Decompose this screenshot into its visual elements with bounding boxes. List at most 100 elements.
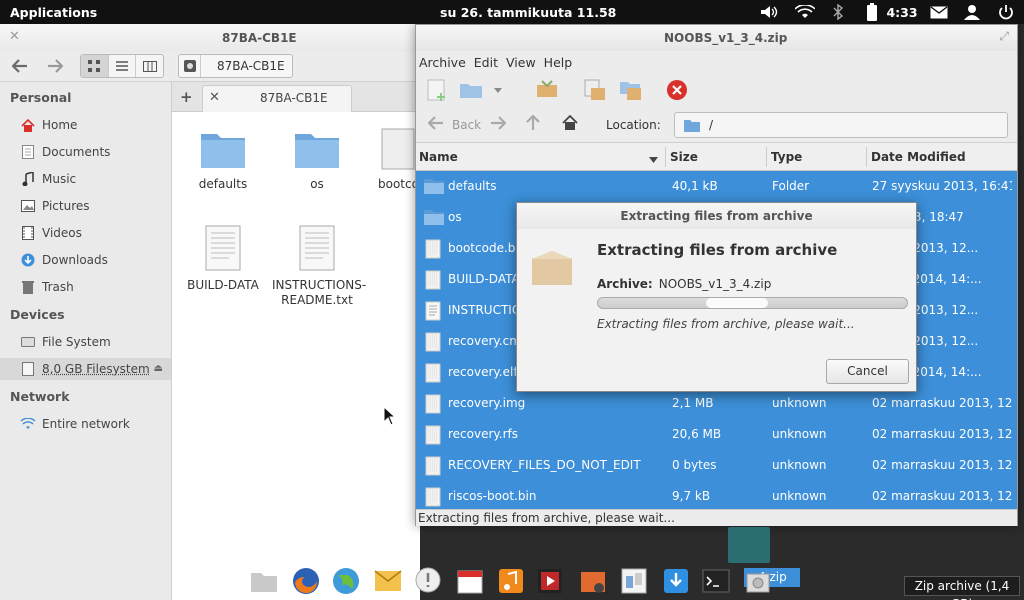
- calendar-icon[interactable]: [455, 566, 485, 596]
- archive-manager-title: NOOBS_v1_3_4.zip: [664, 31, 788, 45]
- terminal-icon[interactable]: [701, 566, 731, 596]
- cell-type: unknown: [772, 458, 827, 472]
- maximize-icon[interactable]: ⤢: [999, 29, 1009, 44]
- power-icon[interactable]: [995, 0, 1017, 24]
- photos-icon[interactable]: [578, 566, 608, 596]
- sidebar-header-personal: Personal: [10, 90, 72, 105]
- sidebar-item-pictures[interactable]: Pictures: [20, 195, 170, 217]
- back-button[interactable]: Back: [452, 118, 481, 132]
- chat-icon[interactable]: [413, 566, 443, 596]
- sidebar-item-label: 8,0 GB Filesystem: [42, 362, 150, 376]
- sidebar-item-videos[interactable]: Videos: [20, 222, 170, 244]
- bluetooth-icon[interactable]: [830, 0, 846, 24]
- cell-date: 02 marraskuu 2013, 12...: [872, 396, 1012, 410]
- progress-bar: [597, 297, 908, 309]
- column-type[interactable]: Type: [771, 150, 802, 164]
- sidebar-item-downloads[interactable]: Downloads: [20, 249, 170, 271]
- sidebar-item-label: Trash: [42, 280, 74, 294]
- sidebar-item-8gb-filesystem[interactable]: 8,0 GB Filesystem ⏏: [0, 358, 171, 380]
- new-archive-icon[interactable]: [424, 77, 450, 103]
- open-archive-icon[interactable]: [458, 77, 484, 103]
- volume-icon[interactable]: [758, 0, 780, 24]
- panel-clock[interactable]: su 26. tammikuuta 11.58: [440, 5, 616, 20]
- file-item-instructions-readme[interactable]: INSTRUCTIONS- README.txt: [272, 225, 366, 308]
- location-bar: Back Location: /: [416, 107, 1017, 143]
- tab-87ba-cb1e[interactable]: ✕ 87BA-CB1E: [202, 85, 352, 112]
- menu-help[interactable]: Help: [544, 55, 573, 70]
- home-icon[interactable]: [562, 114, 578, 134]
- music-icon: [20, 171, 36, 187]
- eject-icon[interactable]: ⏏: [154, 363, 163, 374]
- file-item-defaults[interactable]: defaults: [178, 128, 268, 192]
- music-player-icon[interactable]: [496, 566, 526, 596]
- dock-drag-preview: [728, 527, 770, 563]
- add-folder-icon[interactable]: [618, 77, 644, 103]
- binary-file-icon: [423, 487, 443, 507]
- folder-icon: [423, 177, 444, 195]
- forward-arrow-icon[interactable]: [43, 54, 67, 78]
- mail-dock-icon[interactable]: [373, 566, 403, 596]
- mouse-cursor-icon: [383, 406, 395, 426]
- file-item-bootcode[interactable]: bootco: [360, 128, 420, 192]
- user-icon[interactable]: [961, 0, 983, 24]
- dialog-message: Extracting files from archive, please wa…: [597, 317, 855, 331]
- column-size[interactable]: Size: [670, 150, 698, 164]
- table-row[interactable]: RECOVERY_FILES_DO_NOT_EDIT 0 bytes unknown…: [416, 450, 1017, 481]
- back-arrow-icon[interactable]: [427, 115, 444, 134]
- file-item-os[interactable]: os: [272, 128, 362, 192]
- archive-dock-icon[interactable]: [743, 566, 773, 596]
- sidebar-item-music[interactable]: Music: [20, 168, 170, 190]
- battery-time: 4:33: [886, 4, 918, 20]
- files-dock-icon[interactable]: [249, 566, 279, 596]
- sidebar-item-entire-network[interactable]: Entire network: [20, 413, 170, 435]
- archive-line: Archive: NOOBS_v1_3_4.zip: [597, 277, 771, 291]
- browser-globe-icon[interactable]: [331, 566, 361, 596]
- menu-edit[interactable]: Edit: [474, 55, 498, 70]
- dialog-title: Extracting files from archive: [517, 203, 916, 229]
- up-arrow-icon[interactable]: [526, 114, 540, 135]
- stop-icon[interactable]: [664, 77, 690, 103]
- cell-date: 02 marraskuu 2013, 12...: [872, 427, 1012, 441]
- cancel-button[interactable]: Cancel: [826, 359, 909, 384]
- file-manager-titlebar: ✕ 87BA-CB1E: [0, 24, 420, 52]
- sidebar-item-home[interactable]: Home: [20, 114, 170, 136]
- list-view-icon[interactable]: [109, 55, 137, 77]
- back-arrow-icon[interactable]: [8, 54, 32, 78]
- software-center-icon[interactable]: [661, 566, 691, 596]
- cell-date: 02 marraskuu 2013, 12...: [872, 458, 1012, 472]
- battery-icon[interactable]: [864, 0, 880, 24]
- cell-size: 20,6 MB: [672, 427, 722, 441]
- location-field[interactable]: /: [674, 112, 1008, 138]
- forward-arrow-icon[interactable]: [490, 115, 507, 134]
- menu-view[interactable]: View: [506, 55, 536, 70]
- breadcrumb[interactable]: 87BA-CB1E: [178, 54, 293, 78]
- progress-pulse: [706, 298, 768, 308]
- applications-menu[interactable]: Applications: [10, 5, 97, 20]
- cell-size: 9,7 kB: [672, 489, 711, 503]
- column-date[interactable]: Date Modified: [871, 150, 966, 164]
- firefox-icon[interactable]: [291, 566, 321, 596]
- add-files-icon[interactable]: [582, 77, 608, 103]
- mail-icon[interactable]: [928, 0, 950, 24]
- sidebar-item-file-system[interactable]: File System: [20, 331, 170, 353]
- table-row[interactable]: defaults 40,1 kB Folder 27 syyskuu 2013, 16…: [416, 171, 1017, 202]
- sidebar-item-trash[interactable]: Trash: [20, 276, 170, 298]
- video-player-icon[interactable]: [535, 566, 565, 596]
- chevron-down-icon[interactable]: [491, 77, 505, 103]
- close-tab-icon[interactable]: ✕: [209, 90, 220, 105]
- table-row[interactable]: riscos-boot.bin 9,7 kB unknown 02 marraskuu…: [416, 481, 1017, 512]
- column-view-icon[interactable]: [136, 55, 163, 77]
- close-icon[interactable]: ✕: [9, 29, 20, 44]
- table-row[interactable]: recovery.img 2,1 MB unknown 02 marraskuu 20…: [416, 388, 1017, 419]
- column-name[interactable]: Name: [419, 150, 458, 164]
- sidebar-item-documents[interactable]: Documents: [20, 141, 170, 163]
- add-tab-icon[interactable]: +: [180, 88, 193, 106]
- archive-name: NOOBS_v1_3_4.zip: [658, 277, 772, 291]
- table-row[interactable]: recovery.rfs 20,6 MB unknown 02 marraskuu 2…: [416, 419, 1017, 450]
- wifi-icon[interactable]: [793, 0, 817, 24]
- extract-icon[interactable]: [534, 77, 560, 103]
- grid-view-icon[interactable]: [81, 55, 109, 77]
- settings-switch-icon[interactable]: [619, 566, 649, 596]
- file-item-build-data[interactable]: BUILD-DATA: [178, 225, 268, 293]
- menu-archive[interactable]: Archive: [419, 55, 466, 70]
